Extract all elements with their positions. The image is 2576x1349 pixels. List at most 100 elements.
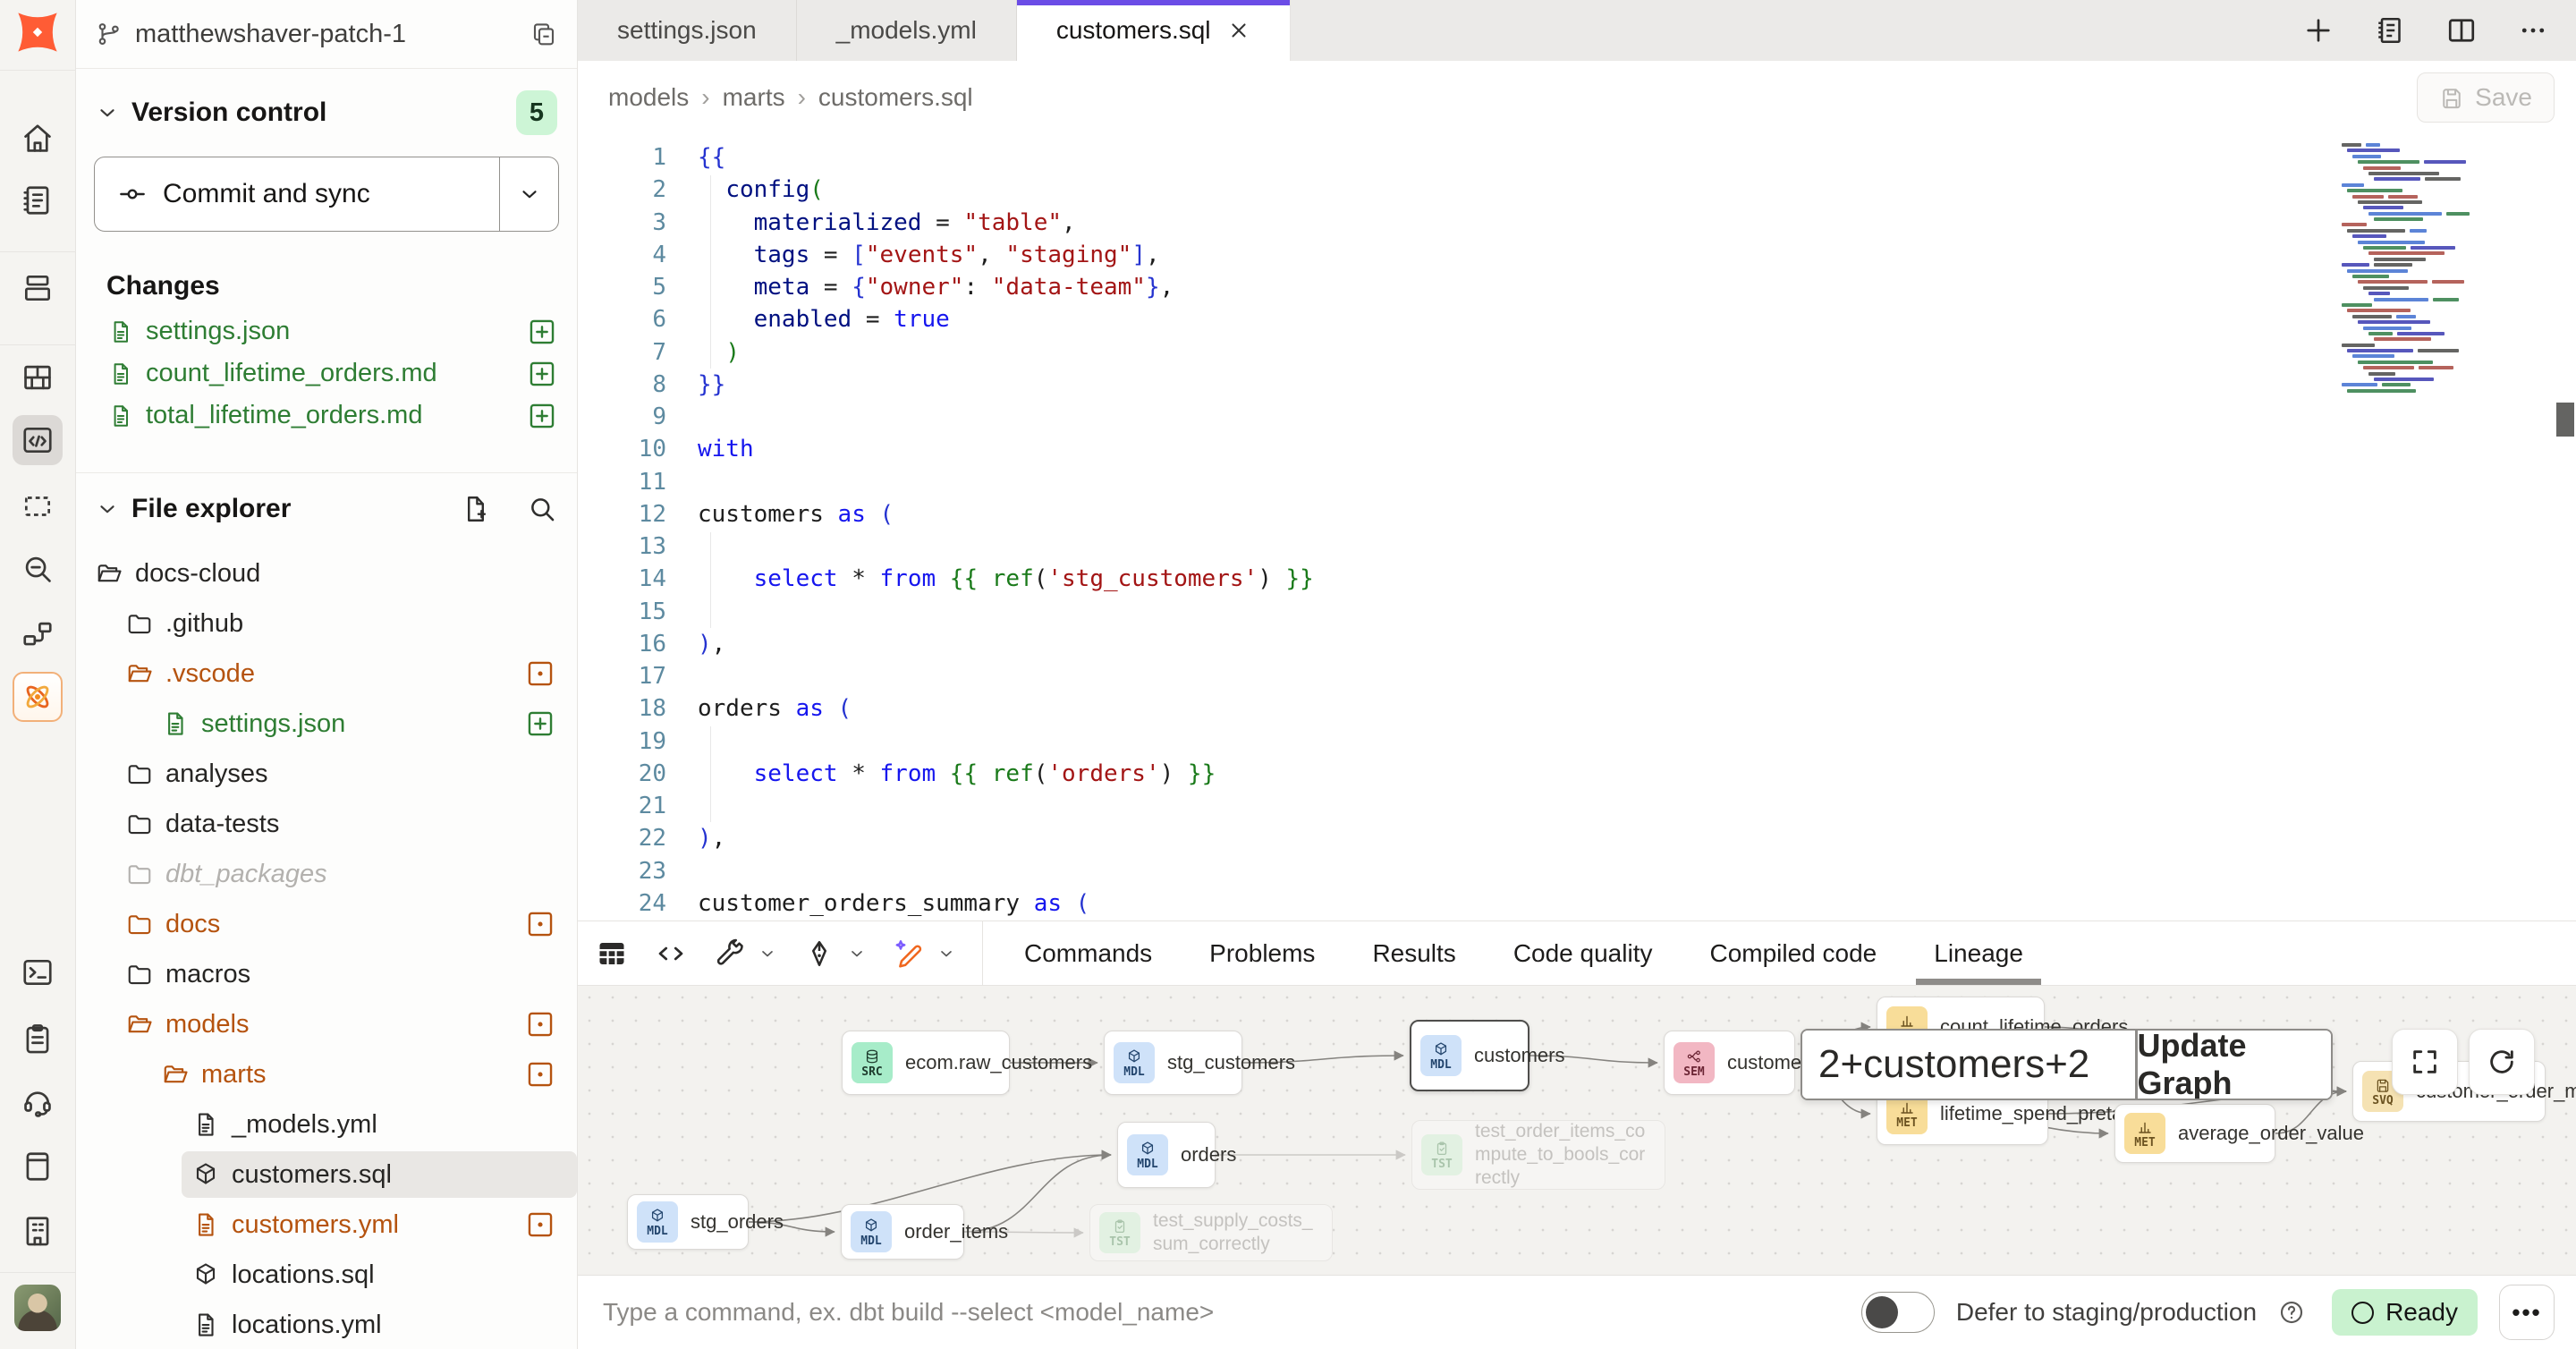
new-file-icon[interactable] bbox=[461, 494, 491, 524]
changelog-panel-icon[interactable] bbox=[2374, 14, 2406, 47]
lineage-node-order_items[interactable]: MDL order_items bbox=[841, 1204, 964, 1260]
lineage-node-stg_orders[interactable]: MDL stg_orders bbox=[627, 1194, 749, 1250]
added-plus-icon[interactable] bbox=[527, 317, 557, 347]
tree-item-marts[interactable]: marts bbox=[76, 1049, 577, 1099]
tree-item-.github[interactable]: .github bbox=[76, 598, 577, 649]
lineage-node-ecom.raw_customers[interactable]: SRC ecom.raw_customers bbox=[842, 1031, 1010, 1095]
tree-item-locations.sql[interactable]: locations.sql bbox=[76, 1250, 577, 1300]
minimap[interactable] bbox=[2342, 143, 2476, 395]
ide-status-badge[interactable]: Ready bbox=[2332, 1289, 2478, 1336]
rail-item-tasks[interactable] bbox=[13, 1014, 63, 1064]
rail-item-docs[interactable] bbox=[13, 1141, 63, 1192]
panel-tab-code-quality[interactable]: Code quality bbox=[1513, 921, 1653, 985]
lineage-node-stg_customers[interactable]: MDL stg_customers bbox=[1104, 1031, 1242, 1095]
rail-item-catalog[interactable] bbox=[13, 175, 63, 225]
added-plus-icon[interactable] bbox=[527, 359, 557, 389]
commit-options-caret[interactable] bbox=[499, 157, 558, 231]
rail-item-terminal[interactable] bbox=[13, 947, 63, 997]
copilot-fix-icon[interactable] bbox=[893, 938, 925, 970]
added-plus-icon[interactable] bbox=[527, 401, 557, 431]
search-icon[interactable] bbox=[527, 494, 557, 524]
rail-item-jobs[interactable] bbox=[13, 263, 63, 313]
update-graph-button[interactable]: Update Graph bbox=[2138, 1031, 2331, 1099]
lineage-node-customers_mdl[interactable]: MDL customers bbox=[1410, 1020, 1530, 1091]
tree-item-macros[interactable]: macros bbox=[76, 949, 577, 999]
editor-tab-_models.yml[interactable]: _models.yml bbox=[797, 0, 1017, 61]
defer-toggle[interactable] bbox=[1861, 1292, 1935, 1333]
changed-file-settings.json[interactable]: settings.json bbox=[76, 310, 577, 352]
chevron-down-icon[interactable] bbox=[758, 945, 776, 963]
lineage-node-test_order_items[interactable]: TST test_order_items_compute_to_bools_co… bbox=[1411, 1120, 1665, 1190]
rail-item-canvas[interactable] bbox=[13, 481, 63, 531]
rail-item-copilot[interactable] bbox=[13, 672, 63, 722]
tree-item-docs-cloud[interactable]: docs-cloud bbox=[76, 548, 577, 598]
panel-tab-commands[interactable]: Commands bbox=[1024, 921, 1152, 985]
line-number: 14 bbox=[578, 565, 666, 592]
editor-tab-customers.sql[interactable]: customers.sql bbox=[1017, 0, 1291, 61]
chevron-down-icon[interactable] bbox=[848, 945, 866, 963]
tree-item-settings.json[interactable]: settings.json bbox=[76, 699, 577, 749]
tree-item-models[interactable]: models bbox=[76, 999, 577, 1049]
file-explorer-header[interactable]: File explorer bbox=[76, 473, 577, 545]
code-view-icon[interactable] bbox=[655, 938, 687, 970]
tree-item-customers.yml[interactable]: customers.yml bbox=[76, 1200, 577, 1250]
tree-item-locations.yml[interactable]: locations.yml bbox=[76, 1300, 577, 1349]
breadcrumb-part[interactable]: models bbox=[608, 83, 689, 112]
lineage-canvas[interactable]: SRC ecom.raw_customers MDL stg_customers… bbox=[578, 986, 2576, 1275]
status-more-button[interactable]: ••• bbox=[2499, 1285, 2555, 1340]
panel-tab-problems[interactable]: Problems bbox=[1209, 921, 1315, 985]
save-button[interactable]: Save bbox=[2417, 72, 2555, 123]
dbt-logo-icon[interactable] bbox=[14, 9, 61, 55]
breadcrumb-part[interactable]: customers.sql bbox=[818, 83, 973, 112]
more-options-icon[interactable] bbox=[2517, 14, 2549, 47]
rail-item-home[interactable] bbox=[13, 114, 63, 164]
rail-item-organization[interactable] bbox=[13, 1206, 63, 1256]
lineage-node-test_supply_costs[interactable]: TST test_supply_costs_sum_correctly bbox=[1089, 1204, 1333, 1261]
help-icon[interactable] bbox=[2278, 1299, 2305, 1326]
command-input[interactable] bbox=[601, 1297, 1674, 1328]
lineage-node-customers_sem[interactable]: SEM customers bbox=[1664, 1031, 1795, 1095]
tree-item-.vscode[interactable]: .vscode bbox=[76, 649, 577, 699]
folder-open-icon bbox=[126, 1011, 153, 1038]
tree-item-customers.sql[interactable]: customers.sql bbox=[76, 1150, 577, 1200]
fullscreen-button[interactable] bbox=[2392, 1029, 2458, 1095]
tree-item-_models.yml[interactable]: _models.yml bbox=[76, 1099, 577, 1150]
chevron-down-icon[interactable] bbox=[937, 945, 955, 963]
refresh-graph-button[interactable] bbox=[2469, 1029, 2535, 1095]
lineage-node-average_order_value[interactable]: MET average_order_value bbox=[2114, 1104, 2275, 1163]
split-editor-icon[interactable] bbox=[2445, 14, 2478, 47]
tree-item-dbt_packages[interactable]: dbt_packages bbox=[76, 849, 577, 899]
rail-item-environments[interactable] bbox=[13, 352, 63, 403]
panel-tab-lineage[interactable]: Lineage bbox=[1934, 921, 2023, 985]
changed-file-total_lifetime_orders.md[interactable]: total_lifetime_orders.md bbox=[76, 395, 577, 437]
rail-item-support[interactable] bbox=[13, 1077, 63, 1127]
commit-and-sync-main[interactable]: Commit and sync bbox=[95, 157, 499, 231]
user-avatar[interactable] bbox=[14, 1285, 61, 1331]
lineage-node-orders[interactable]: MDL orders bbox=[1117, 1122, 1216, 1188]
new-tab-icon[interactable] bbox=[2302, 14, 2334, 47]
folder-icon bbox=[126, 861, 153, 887]
commit-and-sync-button[interactable]: Commit and sync bbox=[94, 157, 559, 232]
lineage-selector-input[interactable] bbox=[1802, 1031, 2135, 1099]
breadcrumb-part[interactable]: marts bbox=[723, 83, 785, 112]
rail-item-editor[interactable] bbox=[13, 415, 63, 465]
tree-item-analyses[interactable]: analyses bbox=[76, 749, 577, 799]
copy-branch-icon[interactable] bbox=[530, 21, 557, 47]
version-control-header[interactable]: Version control 5 bbox=[76, 89, 577, 137]
panel-tab-compiled-code[interactable]: Compiled code bbox=[1709, 921, 1877, 985]
git-branch-row[interactable]: matthewshaver-patch-1 bbox=[76, 0, 577, 69]
code-editor[interactable]: 1{{2 config(3 materialized = "table",4 t… bbox=[578, 134, 2576, 921]
panel-tab-results[interactable]: Results bbox=[1372, 921, 1455, 985]
changed-file-count_lifetime_orders.md[interactable]: count_lifetime_orders.md bbox=[76, 352, 577, 395]
editor-scrollbar[interactable] bbox=[2556, 403, 2574, 437]
rail-item-integrations[interactable] bbox=[13, 609, 63, 659]
close-tab-icon[interactable] bbox=[1227, 19, 1250, 42]
dbt-cloud-ide: matthewshaver-patch-1 Version control 5 … bbox=[0, 0, 2576, 1349]
tree-item-data-tests[interactable]: data-tests bbox=[76, 799, 577, 849]
results-table-icon[interactable] bbox=[596, 938, 628, 970]
editor-tab-settings.json[interactable]: settings.json bbox=[578, 0, 797, 61]
format-icon[interactable] bbox=[803, 938, 835, 970]
tree-item-docs[interactable]: docs bbox=[76, 899, 577, 949]
build-tools-icon[interactable] bbox=[714, 938, 746, 970]
rail-item-explore[interactable] bbox=[13, 544, 63, 594]
